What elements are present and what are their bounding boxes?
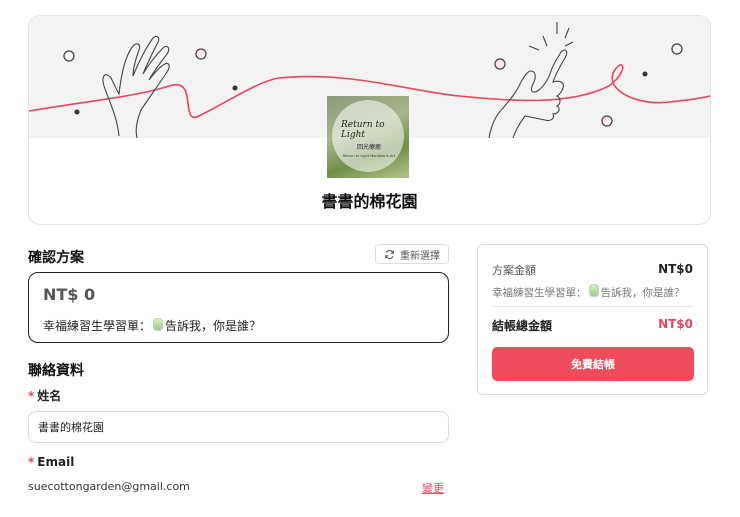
- plan-amount-value: NT$0: [658, 262, 693, 276]
- selected-plan-card: NT$ 0 幸福練習生學習單： 告訴我，你是誰？: [28, 272, 449, 343]
- plan-price: NT$ 0: [43, 285, 96, 304]
- creator-name: 書書的棉花園: [321, 192, 418, 211]
- email-label-text: Email: [37, 455, 75, 469]
- reselect-label: 重新選擇: [400, 250, 440, 262]
- contact-section-title: 聯絡資料: [28, 363, 84, 379]
- plan-section-title: 確認方案: [28, 250, 84, 266]
- plan-amount-label: 方案金額: [492, 264, 536, 277]
- creator-avatar: Return to Light 回光療癒 Return to Light Man…: [327, 96, 409, 178]
- total-amount: NT$0: [658, 317, 693, 331]
- reselect-button[interactable]: 重新選擇: [375, 244, 449, 264]
- summary-plan-prefix: 幸福練習生學習單：: [492, 287, 587, 299]
- change-email-link[interactable]: 變更: [422, 480, 444, 496]
- free-checkout-button[interactable]: 免費結帳: [492, 347, 694, 381]
- name-input[interactable]: [28, 411, 449, 443]
- email-field-label: * Email: [28, 455, 74, 469]
- required-mark: *: [28, 455, 35, 469]
- gem-icon: [588, 284, 599, 297]
- creator-banner: Return to Light 回光療癒 Return to Light Man…: [28, 15, 711, 225]
- avatar-logo-subtext: 回光療癒: [357, 144, 382, 151]
- total-row: 結帳總金額 NT$0: [492, 317, 693, 334]
- name-field-label: * 姓名: [28, 387, 61, 404]
- plan-name-prefix: 幸福練習生學習單：: [43, 319, 152, 333]
- summary-plan-name: 幸福練習生學習單： 告訴我，你是誰？: [492, 284, 685, 300]
- summary-divider: [492, 306, 693, 307]
- name-label-text: 姓名: [37, 389, 62, 403]
- summary-plan-suffix: 告訴我，你是誰？: [600, 287, 685, 299]
- avatar-logo-text: Return to Light: [341, 120, 385, 140]
- email-value: suecottongarden@gmail.com: [28, 480, 190, 493]
- order-summary: 方案金額 NT$0 幸福練習生學習單： 告訴我，你是誰？ 結帳總金額 NT$0 免…: [477, 244, 708, 395]
- refresh-icon: [385, 249, 394, 259]
- total-label: 結帳總金額: [492, 319, 553, 333]
- gem-icon: [153, 318, 164, 331]
- plan-name-suffix: 告訴我，你是誰？: [165, 319, 262, 333]
- avatar-logo-caption: Return to Light Mandala & Art: [343, 154, 396, 158]
- plan-amount-row: 方案金額 NT$0: [492, 262, 693, 278]
- plan-name: 幸福練習生學習單： 告訴我，你是誰？: [43, 317, 261, 334]
- required-mark: *: [28, 389, 35, 403]
